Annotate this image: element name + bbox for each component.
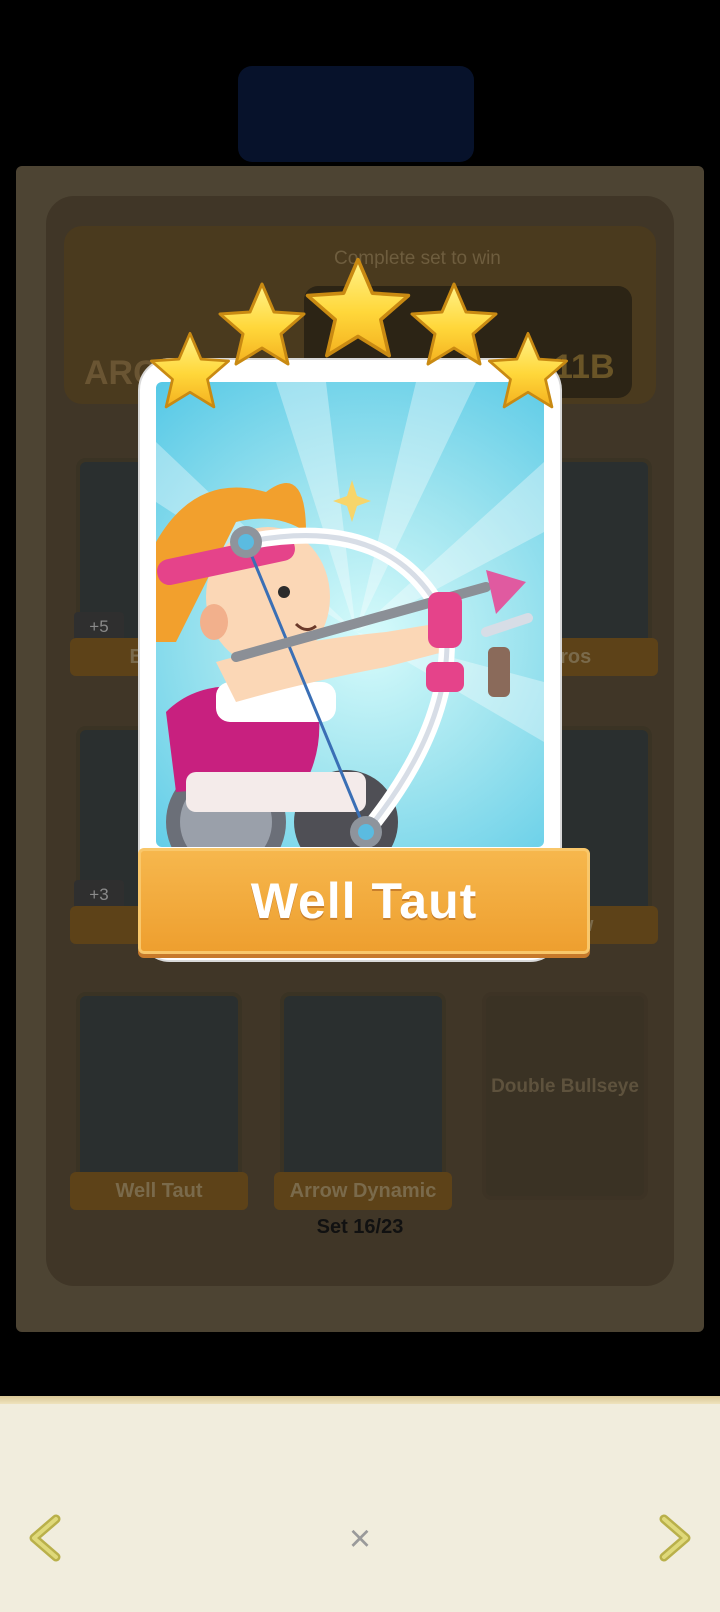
- close-icon: ×: [348, 1518, 372, 1560]
- chevron-left-icon: [29, 1514, 61, 1562]
- card-name-banner: Well Taut: [138, 848, 590, 954]
- album-card[interactable]: Arrow Dynamic: [274, 992, 452, 1210]
- close-button[interactable]: ×: [338, 1514, 382, 1564]
- album-card[interactable]: Well Taut: [70, 992, 248, 1210]
- chevron-right-icon: [659, 1514, 691, 1562]
- set-counter: Set 16/23: [316, 1216, 404, 1238]
- previous-card-button[interactable]: [16, 1510, 72, 1566]
- next-card-button[interactable]: [648, 1510, 704, 1566]
- reward-amount: 11B: [554, 348, 615, 386]
- album-card-label: Arrow Dynamic: [274, 1172, 452, 1210]
- card-artwork: [156, 382, 544, 847]
- bottom-nav-bar: [0, 1396, 720, 1612]
- archer-illustration: [156, 382, 544, 847]
- bottom-bar-border: [0, 1396, 720, 1404]
- album-card-empty[interactable]: Double Bullseye: [482, 992, 648, 1200]
- card-name: Well Taut: [250, 873, 478, 929]
- album-card-label: Well Taut: [70, 1172, 248, 1210]
- complete-set-text: Complete set to win: [334, 248, 501, 269]
- game-logo: [238, 66, 474, 162]
- album-card-label: Double Bullseye: [491, 1076, 639, 1097]
